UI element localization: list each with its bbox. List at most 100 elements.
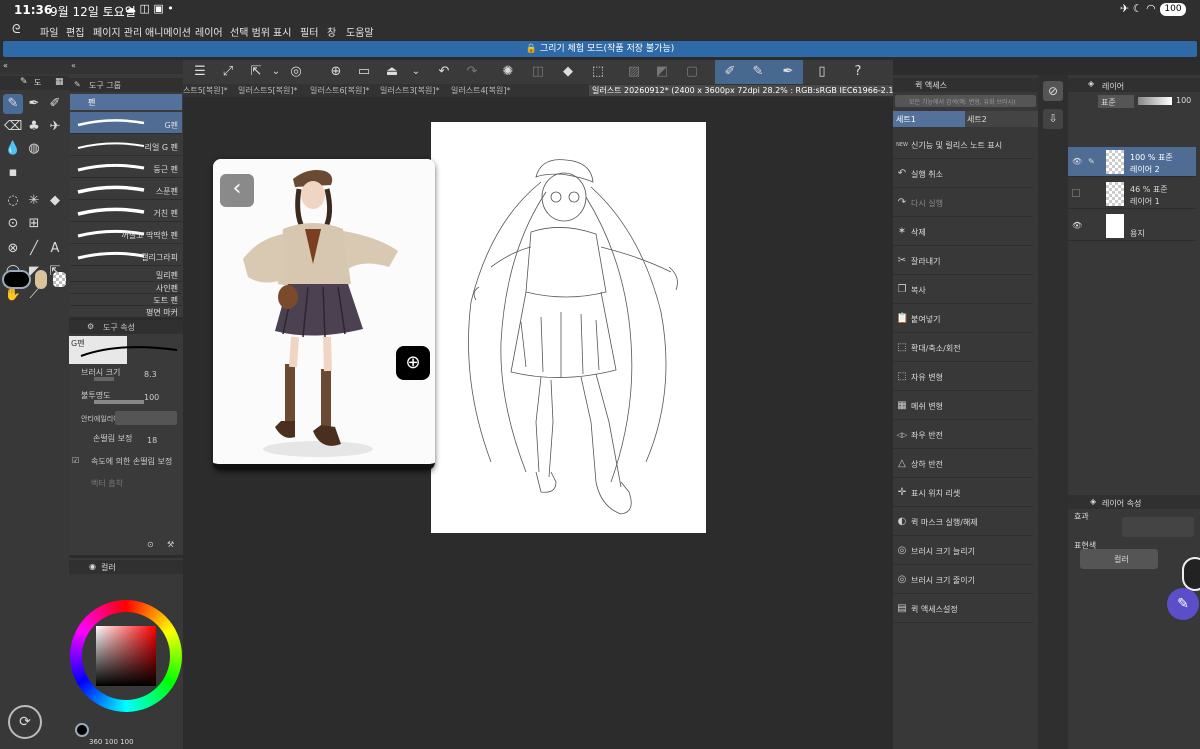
qa-redo[interactable]: ↷ 다시 실행 <box>893 189 1033 217</box>
qa-paste[interactable]: 📋 붙여넣기 <box>893 305 1033 333</box>
companion-mode-button[interactable]: ⟳ <box>8 705 42 739</box>
help-icon[interactable]: ? <box>849 63 867 81</box>
qa-settings[interactable]: ▤ 퀵 액세스설정 <box>893 595 1033 623</box>
qa-undo[interactable]: ↶ 실행 취소 <box>893 160 1033 188</box>
qa-brush-size-up[interactable]: ◎ 브러시 크기 늘리기 <box>893 537 1033 565</box>
layer-row[interactable]: 👁 ✎ 100 % 표준 레이어 2 <box>1068 147 1196 177</box>
menu-edit[interactable]: 편집 <box>66 24 84 39</box>
menu-selection[interactable]: 선택 범위 <box>230 24 270 39</box>
chevron-down-icon[interactable]: ⌄ <box>879 85 887 95</box>
qa-mesh-transform[interactable]: ▦ 메쉬 변형 <box>893 392 1033 420</box>
tool-tab-label[interactable]: 도 <box>34 77 41 88</box>
qa-reset-view[interactable]: ✛ 표시 위치 리셋 <box>893 479 1033 507</box>
chevron-down-icon[interactable]: ⌄ <box>407 63 425 81</box>
pen-tab-icon[interactable]: ✎ <box>20 77 28 87</box>
qa-quick-mask[interactable]: ◐ 퀵 마스크 실행/해제 <box>893 508 1033 536</box>
express-color-select[interactable]: 컬러 <box>1080 549 1158 569</box>
pen-pressure-icon[interactable]: ✐ <box>721 63 739 81</box>
smartphone-icon[interactable]: ▯ <box>813 63 831 81</box>
sub-color-swatch[interactable] <box>35 270 47 289</box>
effect-buttons[interactable] <box>1122 517 1194 537</box>
drawing-canvas[interactable] <box>431 122 706 533</box>
tab-set2[interactable]: 세트2 <box>965 111 1038 127</box>
tab-doc-2[interactable]: 일러스트5[복원]* <box>238 85 298 96</box>
menu-page[interactable]: 페이지 관리 <box>93 24 142 39</box>
menu-layer[interactable]: 레이어 <box>195 24 223 39</box>
menu-help[interactable]: 도움말 <box>346 24 374 39</box>
brush-item[interactable]: 캘리그라피 <box>70 244 182 266</box>
collapse-icon[interactable]: « <box>3 61 8 70</box>
qa-copy[interactable]: ❐ 복사 <box>893 276 1033 304</box>
layer-row[interactable]: 46 % 표준 레이어 1 <box>1068 179 1196 209</box>
invert-icon[interactable]: ◩ <box>653 63 671 81</box>
pencil-tool-icon[interactable]: ✐ <box>46 95 64 113</box>
collapse-icon[interactable]: « <box>71 61 76 70</box>
brush-tool-icon[interactable]: ✒ <box>25 95 43 113</box>
eraser-tool-icon[interactable]: ⌫ <box>4 118 22 136</box>
open-folder-icon[interactable]: ▭ <box>355 63 373 81</box>
transparent-color-swatch[interactable] <box>53 272 66 287</box>
brush-size-slider[interactable] <box>94 377 114 381</box>
download-icon[interactable]: ⊙ <box>147 540 154 549</box>
deselect-icon[interactable]: ▨ <box>625 63 643 81</box>
quick-search-input[interactable]: 모든 기능에서 검색(예: 변형, 유화 브러시) <box>895 95 1036 107</box>
blend-mode-select[interactable]: 표준 <box>1098 95 1134 108</box>
pen-assist-button[interactable]: ✎ <box>1167 588 1199 620</box>
layer-opacity-value[interactable]: 100 <box>1176 96 1191 105</box>
brush-item-selected[interactable]: G펜 <box>70 112 182 134</box>
back-button[interactable]: ‹ <box>220 174 254 207</box>
expand-icon[interactable]: ⤢ <box>219 63 237 81</box>
share-icon[interactable]: ⇱ <box>247 63 265 81</box>
wrench-icon[interactable]: ⚒ <box>167 540 174 549</box>
ruler-tool-icon[interactable]: ⊞ <box>25 215 43 233</box>
import-icon[interactable]: ⇩ <box>1043 109 1063 129</box>
side-collapse-button[interactable] <box>1182 557 1200 591</box>
color-wheel-tab-icon[interactable]: ◉ <box>89 562 96 571</box>
settings-icon[interactable]: ◎ <box>287 63 305 81</box>
grid-tab-icon[interactable]: ▦ <box>55 77 64 87</box>
qa-flip-horizontal[interactable]: ◁▷ 좌우 반전 <box>893 421 1033 449</box>
pen-tool-icon[interactable]: ✎ <box>4 95 22 113</box>
text-tool-icon[interactable]: A <box>46 240 64 258</box>
undo-icon[interactable]: ↶ <box>435 63 453 81</box>
menu-window[interactable]: 창 <box>327 24 336 39</box>
layer-row[interactable]: 👁 용지 <box>1068 211 1196 241</box>
brush-item[interactable]: 거친 펜 <box>70 200 182 222</box>
qa-scale-rotate[interactable]: ⬚ 확대/축소/회전 <box>893 334 1033 362</box>
brush-item[interactable]: 밀리펜 <box>70 266 182 282</box>
decoration-tool-icon[interactable]: ♣ <box>25 118 43 136</box>
save-icon[interactable]: ⏏ <box>383 63 401 81</box>
menu-view[interactable]: 표시 <box>273 24 291 39</box>
color-tab-label[interactable]: 컬러 <box>101 562 116 573</box>
menu-filter[interactable]: 필터 <box>300 24 318 39</box>
navigator-icon[interactable]: ⊘ <box>1043 81 1063 101</box>
line-tool-icon[interactable]: ╱ <box>25 240 43 258</box>
menu-animation[interactable]: 애니메이션 <box>145 24 191 39</box>
chevron-down-icon[interactable]: ⌄ <box>267 63 285 81</box>
brush-item[interactable]: 스푼펜 <box>70 178 182 200</box>
qa-brush-size-down[interactable]: ◎ 브러시 크기 줄이기 <box>893 566 1033 594</box>
figure-tool-icon[interactable]: ◍ <box>25 140 43 158</box>
app-logo-icon[interactable]: ᘓ <box>12 22 20 37</box>
tab-doc-3[interactable]: 일러스트6[복원]* <box>310 85 370 96</box>
brush-item[interactable]: 둥근 펜 <box>70 156 182 178</box>
brush-item[interactable]: 평면 마커 <box>70 306 182 318</box>
tab-doc-4[interactable]: 일러스트3[복원]* <box>380 85 440 96</box>
transform-icon[interactable]: ⬚ <box>589 63 607 81</box>
stabilization-value[interactable]: 18 <box>147 436 157 445</box>
lasso-tool-icon[interactable]: ◌ <box>4 192 22 210</box>
brush-item[interactable]: 꺼칠고 딱딱한 펜 <box>70 222 182 244</box>
redo-icon[interactable]: ↷ <box>463 63 481 81</box>
loading-icon[interactable]: ✺ <box>499 63 517 81</box>
move-layer-icon[interactable]: ⊗ <box>4 240 22 258</box>
main-color-swatch[interactable] <box>2 270 31 289</box>
fill-tool-icon[interactable]: ◆ <box>46 192 64 210</box>
qa-flip-vertical[interactable]: △ 상하 반전 <box>893 450 1033 478</box>
menu-file[interactable]: 파일 <box>40 24 58 39</box>
tab-active-doc[interactable]: 일러스트 20260912* (2400 x 3600px 72dpi 28.2… <box>589 85 893 96</box>
airbrush-tool-icon[interactable]: ✈ <box>46 118 64 136</box>
speed-stab-checkbox[interactable]: ☑ <box>72 456 79 465</box>
saturation-value-square[interactable] <box>96 626 156 686</box>
tab-doc-1[interactable]: 스트5[복원]* <box>183 85 228 96</box>
antialias-selector[interactable] <box>115 411 177 425</box>
